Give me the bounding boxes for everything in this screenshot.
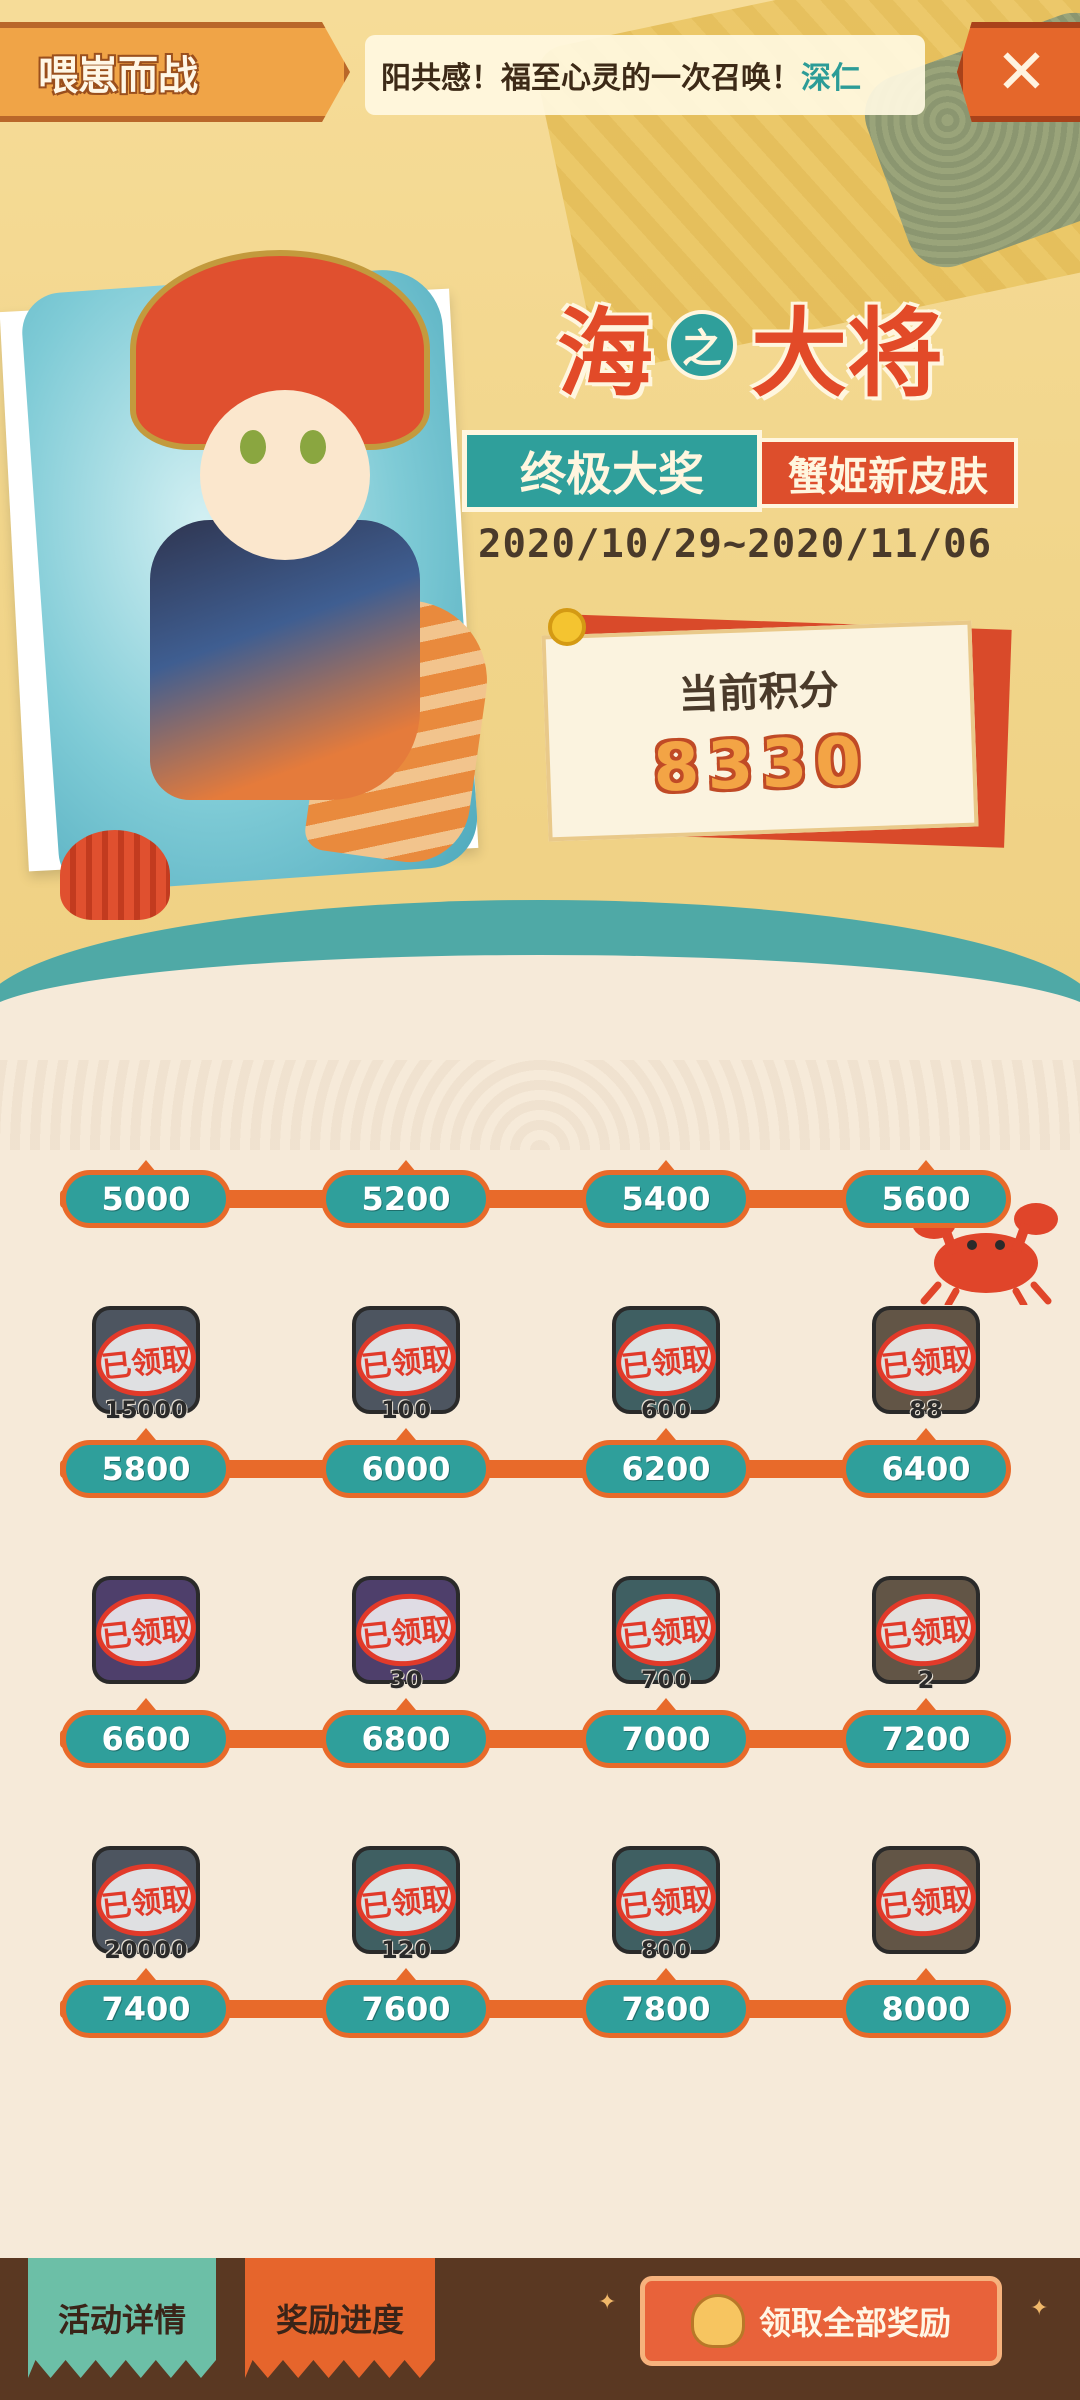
character-art-face [200, 390, 370, 560]
pointer [396, 1968, 416, 1980]
pointer [916, 1428, 936, 1440]
pointer [136, 1428, 156, 1440]
claimed-stamp: 已领取 [872, 1318, 980, 1402]
character-eye-right [300, 430, 326, 464]
reward-quantity: 20000 [104, 1936, 188, 1964]
claimed-stamp: 已领取 [92, 1858, 200, 1942]
event-title: 喂崽而战 [38, 53, 198, 99]
threshold-pill: 8000 [841, 1980, 1011, 2038]
threshold-pill: 6600 [61, 1710, 231, 1768]
claimed-stamp: 已领取 [92, 1588, 200, 1672]
claimed-stamp: 已领取 [872, 1858, 980, 1942]
reward-progress-grid: 5000 5200 5400 5600 已领取 15000 5800 已领取 1… [0, 1160, 1080, 2040]
threshold-pill: 6200 [581, 1440, 751, 1498]
pointer [916, 1698, 936, 1710]
close-icon: ✕ [995, 35, 1048, 108]
reward-item-icon[interactable]: 已领取 88 [872, 1306, 980, 1424]
threshold-pill: 5000 [61, 1170, 231, 1228]
reward-item-icon[interactable]: 已领取 120 [352, 1846, 460, 1964]
threshold-pill: 5200 [321, 1170, 491, 1228]
threshold-pill: 7800 [581, 1980, 751, 2038]
claimed-stamp: 已领取 [612, 1588, 720, 1672]
claimed-stamp: 已领取 [352, 1318, 460, 1402]
tab-reward-progress-label: 奖励进度 [275, 2301, 404, 2339]
reward-quantity: 30 [389, 1666, 423, 1694]
reward-item-icon[interactable]: 已领取 20000 [92, 1846, 200, 1964]
reward-item-icon[interactable]: 已领取 [872, 1846, 980, 1954]
character-art-body [150, 520, 420, 800]
prize-name-label: 蟹姬新皮肤 [788, 454, 988, 500]
logo-char-sea: 海 [557, 296, 653, 410]
threshold-pill: 5800 [61, 1440, 231, 1498]
logo-char-general: 大将 [751, 296, 943, 410]
reward-quantity: 15000 [104, 1396, 188, 1424]
tab-event-details[interactable]: 活动详情 [28, 2258, 216, 2378]
threshold-pill: 7600 [321, 1980, 491, 2038]
pointer [136, 1698, 156, 1710]
close-button[interactable]: ✕ [957, 22, 1080, 122]
event-logo: 海 之 大将 [510, 285, 990, 410]
reward-item-icon[interactable]: 已领取 600 [612, 1306, 720, 1424]
claimed-stamp: 已领取 [612, 1858, 720, 1942]
decorative-pattern-strip [0, 1060, 1080, 1150]
pointer [916, 1968, 936, 1980]
event-title-tab: 喂崽而战 [0, 22, 350, 122]
reward-quantity: 88 [909, 1396, 943, 1424]
pointer [656, 1698, 676, 1710]
reward-item-icon[interactable]: 已领取 800 [612, 1846, 720, 1964]
character-eye-left [240, 430, 266, 464]
announcement-marquee: 阳共感！福至心灵的一次召唤！深仁 [365, 35, 925, 115]
threshold-pill: 6400 [841, 1440, 1011, 1498]
reward-quantity: 120 [380, 1936, 432, 1964]
reward-item-icon[interactable]: 已领取 700 [612, 1576, 720, 1694]
reward-quantity: 2 [917, 1666, 935, 1694]
reward-item-icon[interactable]: 已领取 100 [352, 1306, 460, 1424]
pointer [396, 1698, 416, 1710]
logo-char-of: 之 [667, 310, 737, 380]
reward-item-icon[interactable]: 已领取 30 [352, 1576, 460, 1694]
lucky-bag-icon [690, 2294, 745, 2348]
sparkle-icon: ✦ [598, 2290, 617, 2315]
sparkle-icon: ✦ [1030, 2296, 1049, 2321]
pointer [136, 1968, 156, 1980]
pointer [656, 1428, 676, 1440]
threshold-pill: 5400 [581, 1170, 751, 1228]
threshold-pill: 7400 [61, 1980, 231, 2038]
grand-prize-banner: 终极大奖 [462, 430, 762, 512]
score-value: 8330 [652, 721, 871, 807]
marquee-text: 阳共感！福至心灵的一次召唤！深仁 [381, 61, 861, 96]
claimed-stamp: 已领取 [872, 1588, 980, 1672]
prize-name-banner: 蟹姬新皮肤 [758, 438, 1018, 508]
tab-event-details-label: 活动详情 [57, 2301, 186, 2339]
threshold-pill: 6800 [321, 1710, 491, 1768]
reward-quantity: 800 [640, 1936, 692, 1964]
claim-all-rewards-button[interactable]: 领取全部奖励 [640, 2276, 1002, 2366]
threshold-pill: 7200 [841, 1710, 1011, 1768]
event-date-range: 2020/10/29~2020/11/06 [478, 522, 993, 567]
score-label: 当前积分 [677, 666, 840, 719]
claimed-stamp: 已领取 [612, 1318, 720, 1402]
grand-prize-label: 终极大奖 [520, 447, 704, 501]
threshold-pill: 6000 [321, 1440, 491, 1498]
reward-item-icon[interactable]: 已领取 2 [872, 1576, 980, 1694]
reward-quantity: 600 [640, 1396, 692, 1424]
claimed-stamp: 已领取 [352, 1588, 460, 1672]
reward-item-icon[interactable]: 已领取 15000 [92, 1306, 200, 1424]
threshold-pill: 7000 [581, 1710, 751, 1768]
claimed-stamp: 已领取 [92, 1318, 200, 1402]
score-card: 当前积分 8330 [541, 620, 979, 842]
shell-decoration [60, 830, 170, 920]
reward-item-icon[interactable]: 已领取 [92, 1576, 200, 1684]
medal-icon [548, 608, 586, 646]
claimed-stamp: 已领取 [352, 1858, 460, 1942]
reward-quantity: 100 [380, 1396, 432, 1424]
claim-all-label: 领取全部奖励 [758, 2304, 951, 2342]
pointer [656, 1968, 676, 1980]
pointer [396, 1428, 416, 1440]
tab-reward-progress[interactable]: 奖励进度 [245, 2258, 435, 2378]
threshold-pill: 5600 [841, 1170, 1011, 1228]
reward-quantity: 700 [640, 1666, 692, 1694]
